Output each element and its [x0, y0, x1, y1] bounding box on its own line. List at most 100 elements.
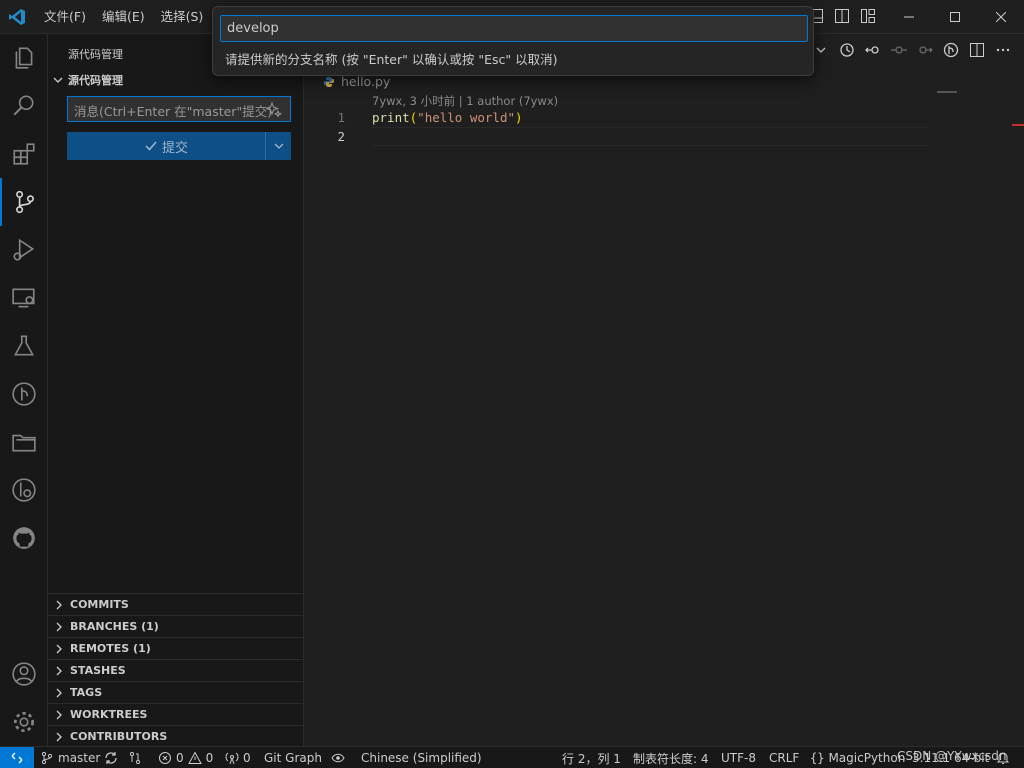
- notifications-status[interactable]: [996, 747, 1010, 768]
- sparkle-icon[interactable]: [266, 101, 282, 117]
- git-graph-status[interactable]: Git Graph: [264, 747, 322, 768]
- close-button[interactable]: [978, 0, 1024, 34]
- accounts-button[interactable]: [0, 650, 48, 698]
- gitlens-icon[interactable]: [943, 42, 959, 58]
- braces-icon: {}: [810, 751, 825, 765]
- source-control-icon: [16, 190, 34, 214]
- panel-label: CONTRIBUTORS: [70, 730, 168, 743]
- panel-worktrees[interactable]: WORKTREES: [48, 703, 303, 725]
- code-function: print: [372, 110, 410, 125]
- split-editor-icon[interactable]: [969, 42, 985, 58]
- history-icon[interactable]: [839, 42, 855, 58]
- panel-remotes[interactable]: REMOTES (1): [48, 637, 303, 659]
- tab-label: hello.py: [341, 74, 391, 89]
- language-name: MagicPython: [828, 751, 906, 765]
- remote-explorer-icon: [12, 288, 35, 308]
- git-graph-button[interactable]: [0, 370, 48, 418]
- chevron-right-icon: [56, 688, 62, 697]
- github-button[interactable]: [0, 514, 48, 562]
- panel-contributors[interactable]: CONTRIBUTORS: [48, 725, 303, 747]
- activity-bar: [0, 34, 48, 746]
- maximize-button[interactable]: [932, 0, 978, 34]
- folders-icon: [12, 434, 36, 452]
- cursor-position[interactable]: 行 2，列 1: [562, 747, 621, 768]
- ports-status[interactable]: 0: [225, 747, 251, 768]
- project-manager-button[interactable]: [0, 418, 48, 466]
- branch-name: master: [58, 751, 101, 765]
- editor-tab[interactable]: hello.py: [323, 74, 390, 89]
- minimize-button[interactable]: [886, 0, 932, 34]
- warning-count: 0: [205, 751, 214, 765]
- watermark: CSDN @YYwxcsdn: [897, 749, 1007, 763]
- chevron-right-icon: [56, 644, 62, 653]
- check-icon: [145, 141, 157, 151]
- commit-message-input[interactable]: 消息(Ctrl+Enter 在"master"提交): [67, 96, 291, 122]
- commit-button-group: 提交: [67, 132, 291, 160]
- explorer-button[interactable]: [0, 34, 48, 82]
- sync-icon: [105, 752, 117, 764]
- line-number: 2: [337, 129, 345, 144]
- quick-input-message: 请提供新的分支名称 (按 "Enter" 以确认或按 "Esc" 以取消): [225, 52, 558, 67]
- remote-explorer-button[interactable]: [0, 274, 48, 322]
- git-graph-icon: [12, 382, 36, 406]
- panel-label: COMMITS: [70, 598, 129, 611]
- gitlens-status[interactable]: [128, 747, 142, 768]
- panel-branches[interactable]: BRANCHES (1): [48, 615, 303, 637]
- close-icon: [996, 12, 1006, 22]
- branch-name-input[interactable]: [220, 15, 808, 42]
- panel-commits[interactable]: COMMITS: [48, 593, 303, 615]
- section-title: 源代码管理: [68, 74, 123, 87]
- vscode-logo-icon: [9, 9, 25, 25]
- menu-file[interactable]: 文件(F): [36, 0, 94, 34]
- git-branch-icon: [41, 751, 53, 765]
- code-line[interactable]: print("hello world"): [372, 110, 523, 125]
- live-share-status[interactable]: [331, 747, 345, 768]
- indentation-status[interactable]: 制表符长度: 4: [633, 747, 709, 768]
- branch-status[interactable]: master: [40, 747, 118, 768]
- chevron-right-icon: [56, 732, 62, 741]
- testing-button[interactable]: [0, 322, 48, 370]
- source-control-section-header[interactable]: 源代码管理: [52, 72, 123, 88]
- eye-icon: [331, 753, 345, 763]
- editor-actions: [813, 42, 1011, 58]
- commit-button[interactable]: 提交: [67, 132, 265, 160]
- chevron-down-icon: [274, 143, 283, 149]
- problems-status[interactable]: 0 0: [158, 747, 213, 768]
- menu-selection[interactable]: 选择(S): [153, 0, 212, 34]
- language-pack-status[interactable]: Chinese (Simplified): [361, 747, 482, 768]
- extensions-icon: [13, 143, 35, 165]
- editor-area: hello.py 7ywx, 3 小时前 | 1 author (7ywx) 1…: [305, 34, 1024, 746]
- extensions-button[interactable]: [0, 130, 48, 178]
- toggle-secondary-sidebar-icon[interactable]: [834, 8, 850, 24]
- commit-icon[interactable]: [891, 42, 907, 58]
- search-button[interactable]: [0, 82, 48, 130]
- source-control-button[interactable]: [0, 178, 48, 226]
- chevron-down-icon[interactable]: [813, 42, 829, 58]
- minimap[interactable]: [937, 91, 957, 93]
- more-actions-icon[interactable]: [995, 42, 1011, 58]
- commit-dropdown-button[interactable]: [265, 132, 291, 160]
- next-revision-icon[interactable]: [917, 42, 933, 58]
- panel-tags[interactable]: TAGS: [48, 681, 303, 703]
- menu-edit[interactable]: 编辑(E): [94, 0, 153, 34]
- manage-button[interactable]: [0, 698, 48, 746]
- quick-input-widget: 请提供新的分支名称 (按 "Enter" 以确认或按 "Esc" 以取消): [212, 6, 814, 76]
- line-number: 1: [337, 110, 345, 125]
- panel-label: STASHES: [70, 664, 126, 677]
- run-debug-button[interactable]: [0, 226, 48, 274]
- remote-indicator[interactable]: [0, 747, 34, 768]
- status-bar: master 0 0 0 Git Graph Chinese (Simplifi…: [0, 746, 1024, 768]
- gitlens-panels: COMMITS BRANCHES (1) REMOTES (1) STASHES…: [48, 593, 303, 747]
- eol-status[interactable]: CRLF: [769, 747, 799, 768]
- warning-icon: [187, 751, 202, 764]
- language-mode-status[interactable]: {} MagicPython: [810, 747, 905, 768]
- previous-revision-icon[interactable]: [865, 42, 881, 58]
- panel-stashes[interactable]: STASHES: [48, 659, 303, 681]
- chevron-right-icon: [56, 710, 62, 719]
- gitlens-button[interactable]: [0, 466, 48, 514]
- gear-icon: [13, 711, 35, 733]
- customize-layout-icon[interactable]: [860, 8, 876, 24]
- encoding-status[interactable]: UTF-8: [721, 747, 756, 768]
- blame-annotation[interactable]: 7ywx, 3 小时前 | 1 author (7ywx): [372, 93, 558, 109]
- layout-controls: [808, 8, 876, 24]
